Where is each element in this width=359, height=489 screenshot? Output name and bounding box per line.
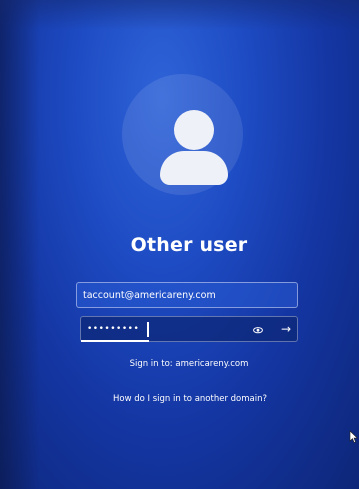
eye-icon[interactable] <box>253 325 263 335</box>
mouse-pointer-icon <box>349 430 359 443</box>
password-field[interactable]: ••••••••• → <box>80 316 298 342</box>
arrow-right-icon[interactable]: → <box>277 320 295 338</box>
another-domain-link[interactable]: How do I sign in to another domain? <box>0 394 359 404</box>
password-masked-value: ••••••••• <box>87 324 140 334</box>
avatar-head-icon <box>174 110 214 150</box>
sign-in-domain-text: Sign in to: americareny.com <box>129 359 249 369</box>
email-field[interactable]: taccount@americareny.com <box>76 282 298 308</box>
text-cursor <box>147 322 149 337</box>
avatar-body-icon <box>160 151 228 185</box>
focus-underline <box>81 340 149 342</box>
background-shade-top <box>0 0 359 30</box>
user-name: Other user <box>130 234 248 256</box>
